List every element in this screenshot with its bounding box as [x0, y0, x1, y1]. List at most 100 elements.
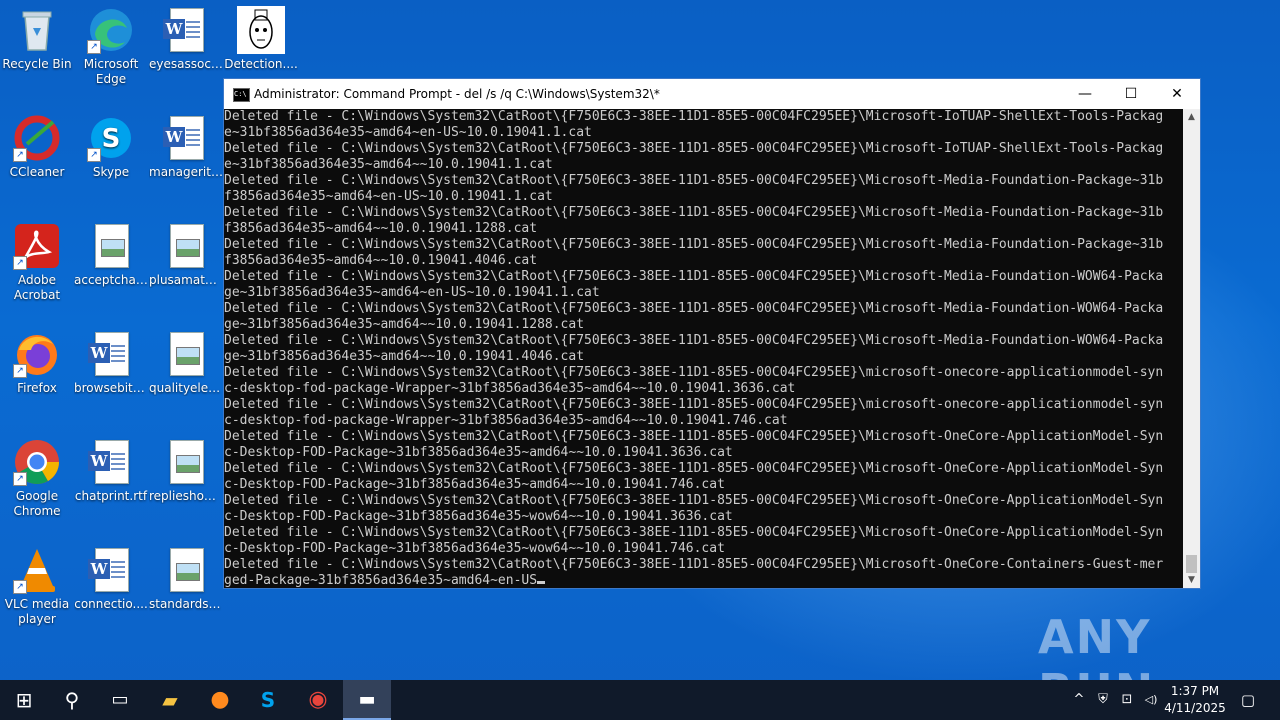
console-line: Deleted file - C:\Windows\System32\CatRo… — [224, 493, 1164, 508]
search-button[interactable]: ⚲ — [48, 680, 96, 720]
vertical-scrollbar[interactable]: ▲ ▼ — [1183, 109, 1200, 588]
detection-image-icon — [237, 6, 285, 54]
console-line: e~31bf3856ad364e35~amd64~en-US~10.0.1904… — [224, 125, 592, 140]
acrobat-icon: ↗ — [13, 222, 61, 270]
desktop-icon-recycle-bin[interactable]: Recycle Bin — [0, 2, 74, 72]
desktop-icon-label: chatprint.rtf — [74, 489, 148, 503]
file-explorer-button[interactable]: ▰ — [146, 680, 194, 720]
minimize-button[interactable]: — — [1062, 79, 1108, 109]
word-doc-icon: W — [162, 6, 210, 54]
window-title: Administrator: Command Prompt - del /s /… — [254, 87, 660, 101]
desktop-icon-label: CCleaner — [9, 165, 65, 179]
console-line: Deleted file - C:\Windows\System32\CatRo… — [224, 109, 1164, 124]
command-prompt-icon: C:\ — [233, 88, 250, 102]
command-prompt-taskbar-icon: ▬ — [358, 689, 376, 710]
desktop-icon-label: browsebit.rtf — [74, 381, 148, 395]
desktop-icon-label: acceptchat.... — [74, 273, 148, 287]
shortcut-arrow-icon: ↗ — [13, 472, 27, 486]
console-line: Deleted file - C:\Windows\System32\CatRo… — [224, 301, 1164, 316]
desktop-icon-label: eyesassoci... — [149, 57, 223, 71]
desktop-icon-plusamate[interactable]: plusamate.... — [149, 218, 223, 288]
window-titlebar[interactable]: C:\ Administrator: Command Prompt - del … — [224, 79, 1200, 109]
desktop-icon-managerite[interactable]: W managerite... — [149, 110, 223, 180]
desktop-icon-adobe-acrobat[interactable]: ↗ Adobe Acrobat — [0, 218, 74, 303]
console-line: Deleted file - C:\Windows\System32\CatRo… — [224, 429, 1164, 444]
console-line: Deleted file - C:\Windows\System32\CatRo… — [224, 557, 1164, 572]
desktop-icon-label: Recycle Bin — [2, 57, 72, 71]
network-icon[interactable]: ⊡ — [1116, 680, 1138, 720]
desktop-icon-label: Skype — [92, 165, 130, 179]
console-line: ged-Package~31bf3856ad364e35~amd64~en-US — [224, 573, 1184, 588]
desktop-icon-eyesassoci[interactable]: W eyesassoci... — [149, 2, 223, 72]
desktop-icon-microsoft-edge[interactable]: ↗ Microsoft Edge — [74, 2, 148, 87]
tray-chevron-icon[interactable]: ^ — [1068, 680, 1090, 720]
desktop-icon-label: qualityelec.... — [149, 381, 223, 395]
notification-icon[interactable]: ▢ — [1234, 680, 1262, 720]
desktop-icon-skype[interactable]: S ↗ Skype — [74, 110, 148, 180]
firefox-icon: ↗ — [13, 330, 61, 378]
scroll-down-arrow-icon[interactable]: ▼ — [1183, 572, 1200, 588]
desktop-icon-ccleaner[interactable]: ↗ CCleaner — [0, 110, 74, 180]
console-line: f3856ad364e35~amd64~~10.0.19041.4046.cat — [224, 253, 538, 268]
command-prompt-taskbar-button[interactable]: ▬ — [343, 680, 391, 720]
task-view-button[interactable]: ▭ — [96, 680, 144, 720]
chrome-taskbar-button[interactable]: ◉ — [294, 680, 342, 720]
desktop-icon-connectio[interactable]: W connectio.... — [74, 542, 148, 612]
desktop-icon-browsebit[interactable]: W browsebit.rtf — [74, 326, 148, 396]
desktop-icon-google-chrome[interactable]: ↗ Google Chrome — [0, 434, 74, 519]
image-file-icon — [162, 438, 210, 486]
start-button[interactable]: ⊞ — [0, 680, 48, 720]
desktop-icon-replieshous[interactable]: replieshous.... — [149, 434, 223, 504]
console-line: e~31bf3856ad364e35~amd64~~10.0.19041.1.c… — [224, 157, 553, 172]
maximize-button[interactable]: ☐ — [1108, 79, 1154, 109]
console-line: f3856ad364e35~amd64~~10.0.19041.1288.cat — [224, 221, 538, 236]
svg-text:S: S — [102, 124, 121, 154]
shortcut-arrow-icon: ↗ — [13, 256, 27, 270]
desktop-icon-acceptchat[interactable]: acceptchat.... — [74, 218, 148, 288]
scrollbar-thumb[interactable] — [1186, 555, 1197, 573]
desktop-icon-firefox[interactable]: ↗ Firefox — [0, 326, 74, 396]
tray-security-icon[interactable]: ⛨ — [1092, 680, 1114, 720]
console-line: c-desktop-fod-package-Wrapper~31bf3856ad… — [224, 381, 796, 396]
console-line: c-Desktop-FOD-Package~31bf3856ad364e35~w… — [224, 541, 725, 556]
word-doc-icon: W — [162, 114, 210, 162]
console-line: ge~31bf3856ad364e35~amd64~~10.0.19041.40… — [224, 349, 585, 364]
scroll-up-arrow-icon[interactable]: ▲ — [1183, 109, 1200, 125]
desktop-icon-chatprint[interactable]: W chatprint.rtf — [74, 434, 148, 504]
shortcut-arrow-icon: ↗ — [13, 580, 27, 594]
taskbar-clock[interactable]: 1:37 PM 4/11/2025 — [1158, 683, 1232, 717]
desktop-icon-standardsc[interactable]: standardsc.... — [149, 542, 223, 612]
desktop-icon-vlc[interactable]: ↗ VLC media player — [0, 542, 74, 627]
ccleaner-icon: ↗ — [13, 114, 61, 162]
text-cursor — [537, 581, 546, 584]
desktop-icon-label: Adobe Acrobat — [13, 273, 61, 302]
desktop-icon-label: Firefox — [17, 381, 57, 395]
console-output[interactable]: Deleted file - C:\Windows\System32\CatRo… — [224, 109, 1184, 588]
shortcut-arrow-icon: ↗ — [87, 148, 101, 162]
console-line: Deleted file - C:\Windows\System32\CatRo… — [224, 237, 1164, 252]
close-button[interactable]: ✕ — [1154, 79, 1200, 109]
skype-taskbar-button[interactable]: S — [244, 680, 292, 720]
desktop-icon-detection[interactable]: Detection.... — [224, 2, 298, 72]
desktop-icon-label: Google Chrome — [13, 489, 61, 518]
word-doc-icon: W — [87, 330, 135, 378]
edge-icon: ↗ — [87, 6, 135, 54]
desktop-icon-label: replieshous.... — [149, 489, 223, 503]
vlc-icon: ↗ — [13, 546, 61, 594]
console-line: ge~31bf3856ad364e35~amd64~en-US~10.0.190… — [224, 285, 600, 300]
console-line: Deleted file - C:\Windows\System32\CatRo… — [224, 269, 1164, 284]
console-line: Deleted file - C:\Windows\System32\CatRo… — [224, 205, 1164, 220]
skype-icon: S ↗ — [87, 114, 135, 162]
image-file-icon — [162, 546, 210, 594]
image-file-icon — [87, 222, 135, 270]
console-line: c-Desktop-FOD-Package~31bf3856ad364e35~a… — [224, 445, 733, 460]
search-icon: ⚲ — [64, 688, 80, 712]
firefox-taskbar-button[interactable]: ● — [196, 680, 244, 720]
desktop-icon-label: plusamate.... — [149, 273, 223, 287]
clock-date: 4/11/2025 — [1164, 701, 1226, 715]
desktop-icon-qualityelec[interactable]: qualityelec.... — [149, 326, 223, 396]
start-icon: ⊞ — [15, 688, 33, 712]
console-line: Deleted file - C:\Windows\System32\CatRo… — [224, 397, 1164, 412]
command-prompt-window[interactable]: C:\ Administrator: Command Prompt - del … — [223, 78, 1201, 589]
clock-time: 1:37 PM — [1170, 684, 1220, 698]
